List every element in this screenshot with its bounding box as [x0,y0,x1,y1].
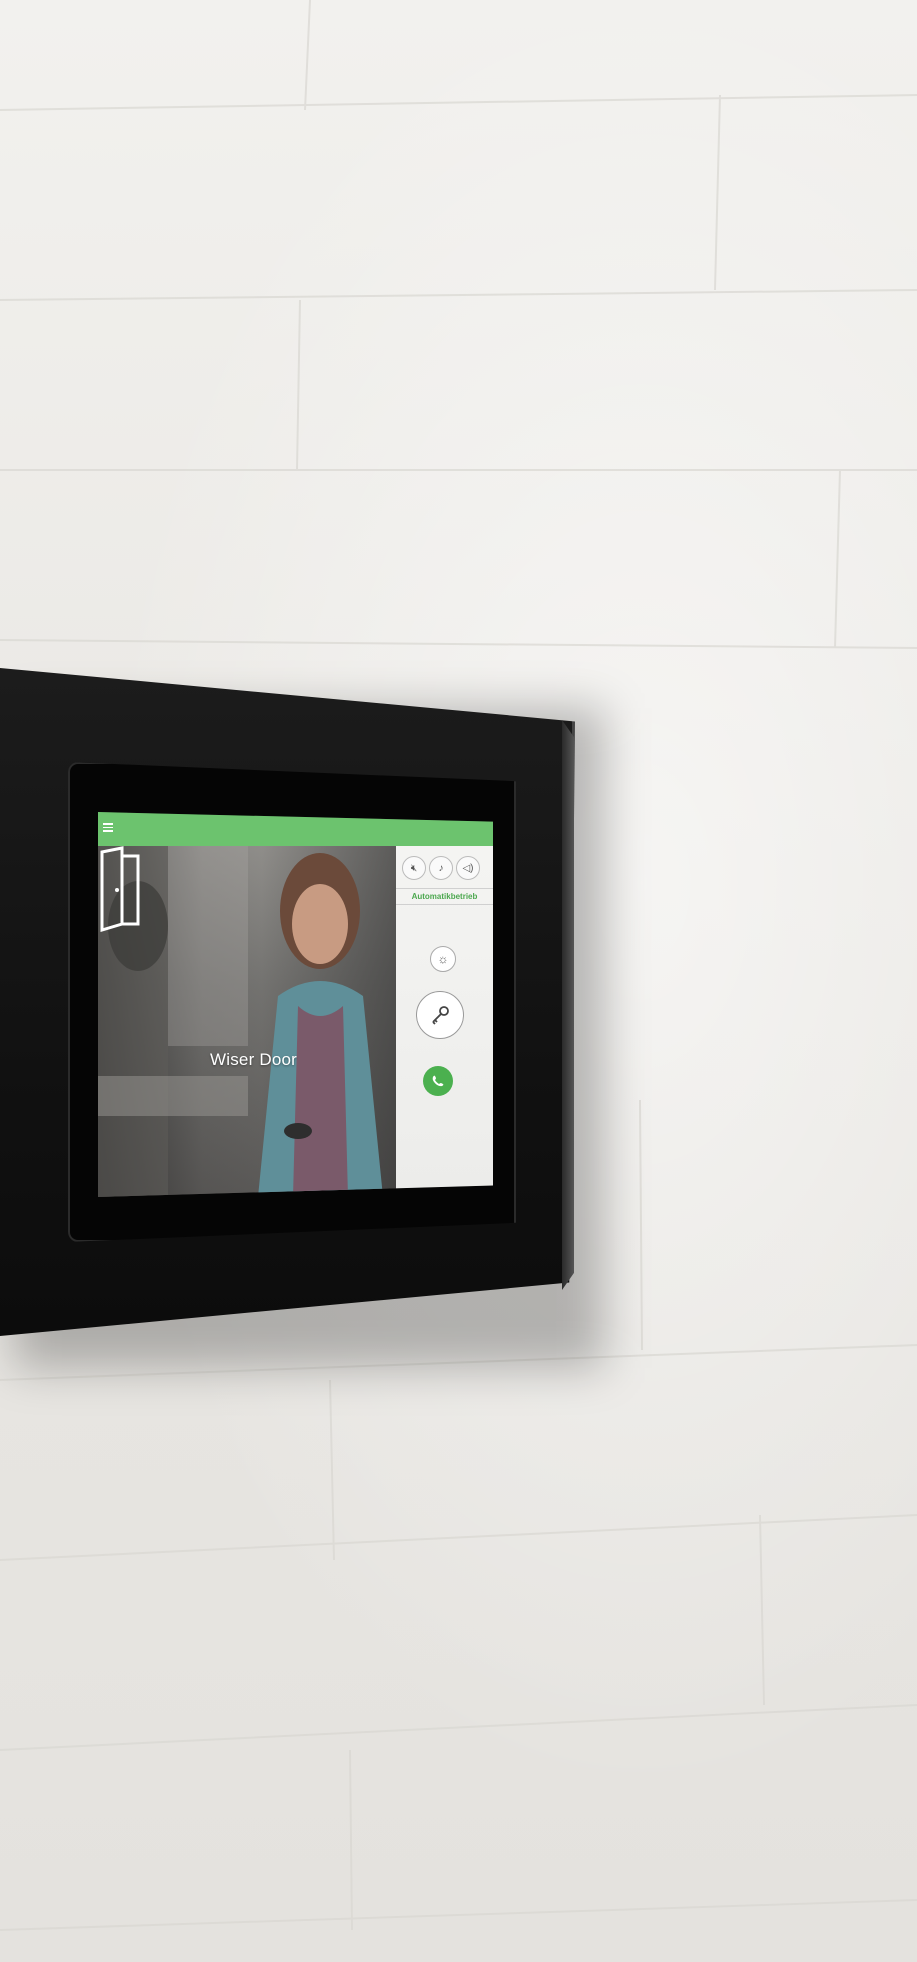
camera-feed: Wiser Door [98,846,396,1197]
camera-feed-image [98,846,383,1197]
mute-icon[interactable]: 🔇︎ [402,856,426,880]
volume-icon[interactable]: ◁) [456,856,480,880]
menu-icon[interactable] [103,823,113,832]
key-glyph [432,1006,449,1025]
mode-label[interactable]: Automatikbetrieb [396,888,493,905]
bell-icon[interactable]: ♪ [429,856,453,880]
touch-screen: Wiser Door ⌂ 🔇︎ ♪ ◁) Automatikbetrieb ☼ [98,812,493,1197]
intercom-frame-edge [562,720,574,1290]
door-title: Wiser Door [210,1050,298,1069]
light-icon[interactable]: ☼ [430,946,456,972]
key-icon[interactable] [416,991,464,1039]
quick-actions: 🔇︎ ♪ ◁) [402,856,480,880]
phone-glyph [432,1075,444,1087]
phone-icon[interactable] [423,1066,453,1096]
door-logo-icon [100,846,140,932]
control-panel: 🔇︎ ♪ ◁) Automatikbetrieb ☼ [396,846,493,1197]
